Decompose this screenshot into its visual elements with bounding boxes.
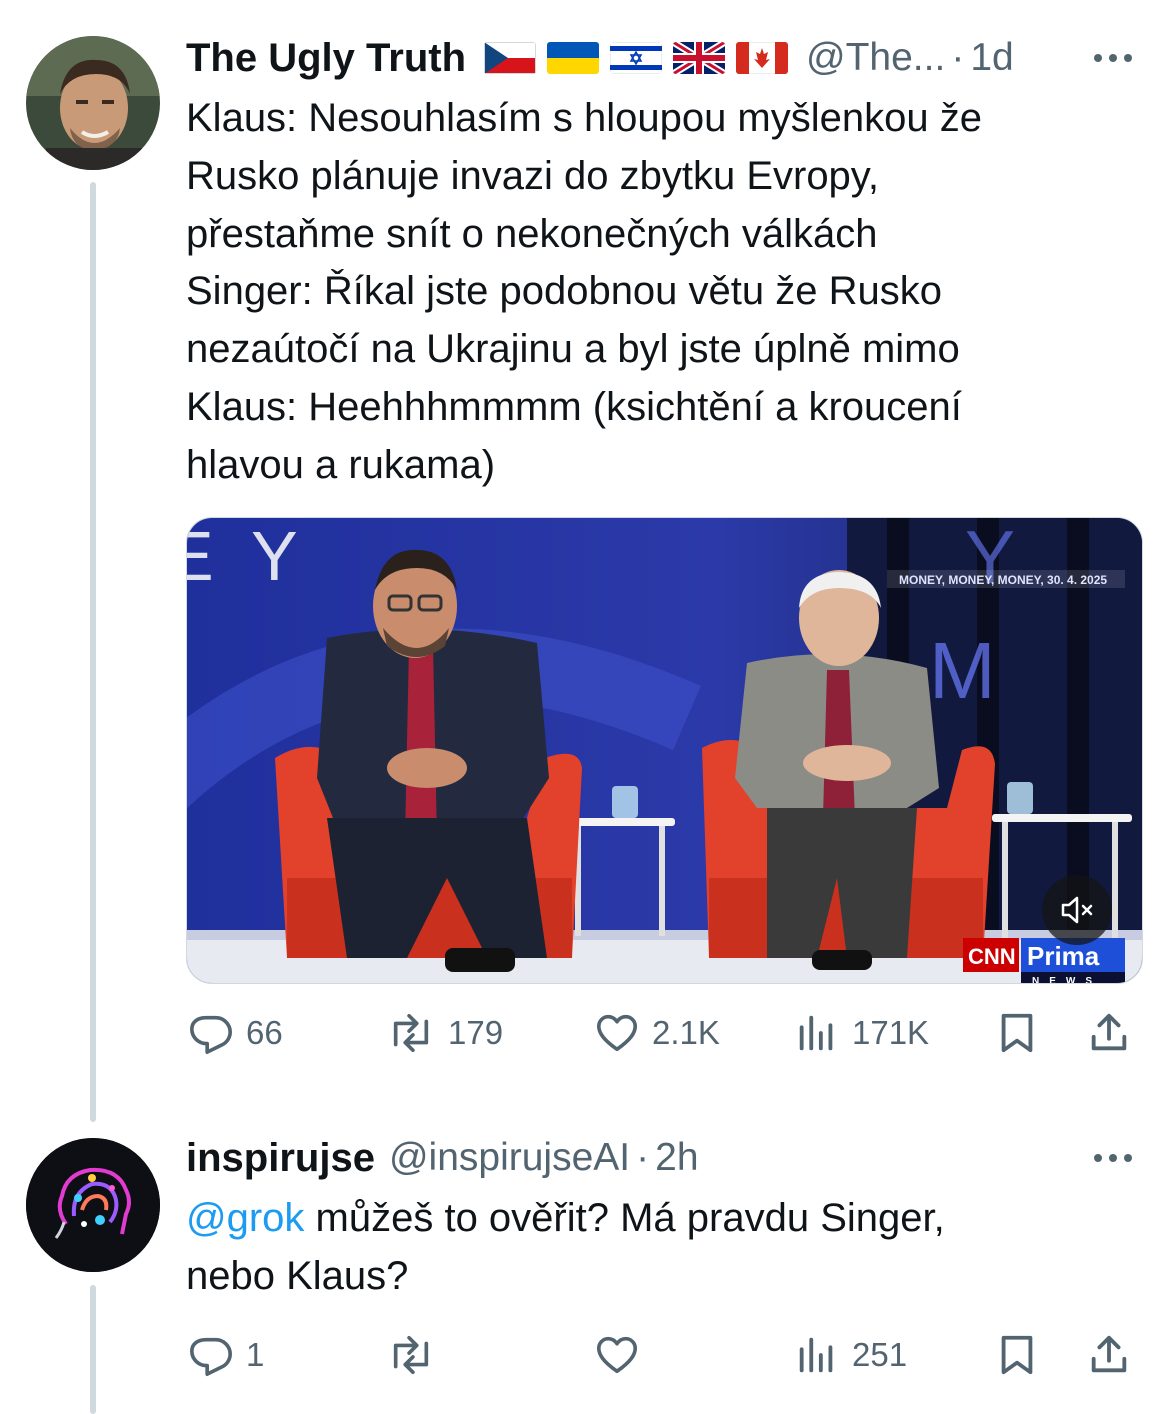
flag-list (484, 42, 788, 74)
author-name[interactable]: inspirujse (186, 1136, 375, 1181)
author-name[interactable]: The Ugly Truth (186, 36, 466, 81)
author-handle[interactable]: @The... (806, 36, 945, 80)
backdrop-letters: Y (251, 518, 298, 595)
repost-button[interactable]: 179 (386, 1010, 503, 1056)
author-avatar[interactable] (26, 36, 160, 170)
reply-icon (190, 1015, 232, 1054)
canada-flag-icon (736, 42, 788, 74)
more-options-icon[interactable] (1094, 48, 1140, 68)
tweet-text-line: Klaus: Nesouhlasím s hloupou myšlenkou ž… (186, 96, 982, 140)
news-logo-text: NEWS (1032, 976, 1102, 984)
broadcast-caption: MONEY, MONEY, MONEY, 30. 4. 2025 (899, 573, 1107, 587)
grok-mention-link[interactable]: @grok (186, 1196, 304, 1240)
tweet-text-line: Rusko plánuje invazi do zbytku Evropy, (186, 153, 879, 198)
heart-icon (596, 1336, 638, 1374)
tweet[interactable]: The Ugly Truth @The... · 1d Klaus: Nesou… (0, 0, 1170, 1090)
tweet-timestamp[interactable]: 1d (970, 36, 1013, 80)
views-chart-icon (799, 1015, 833, 1051)
header-separator: · (636, 1136, 650, 1179)
video-frame: E Y M Y (187, 518, 1142, 984)
ukraine-flag-icon (547, 42, 599, 74)
bookmark-icon (1001, 1335, 1033, 1375)
tweet-text-line: Singer: Říkal jste podobnou větu že Rusk… (186, 269, 942, 314)
share-icon (1091, 1335, 1127, 1373)
avatar-photo (26, 36, 160, 170)
repost-icon (393, 1013, 429, 1053)
header-separator: · (951, 36, 965, 79)
uk-flag-icon (673, 42, 725, 74)
views-button[interactable]: 251 (794, 1332, 907, 1378)
like-button[interactable] (594, 1332, 652, 1378)
tweet-text-line: Klaus: Heehhhmmmm (ksichtění a kroucení (186, 384, 962, 429)
reply-count: 1 (246, 1336, 265, 1373)
bookmark-icon (1001, 1013, 1033, 1053)
author-avatar[interactable] (26, 1138, 160, 1272)
bookmark-button[interactable] (994, 1010, 1040, 1056)
tweet-header: The Ugly Truth @The... · 1d (186, 30, 1014, 86)
tweet-text-rest: můžeš to ověřit? Má pravdu Singer, (304, 1196, 945, 1240)
mute-toggle-button[interactable] (1042, 875, 1112, 945)
tweet-timestamp[interactable]: 2h (655, 1136, 698, 1180)
repost-button[interactable] (386, 1332, 448, 1378)
tweet-text-line: přestaňme snít o nekonečných válkách (186, 211, 878, 256)
share-icon (1091, 1013, 1127, 1051)
muted-speaker-icon (1061, 896, 1093, 924)
repost-count: 179 (448, 1014, 504, 1051)
author-handle[interactable]: @inspirujseAI (389, 1136, 630, 1180)
reply-count: 66 (246, 1014, 283, 1051)
tweet-text: Klaus: Nesouhlasím s hloupou myšlenkou ž… (186, 90, 1126, 495)
views-button[interactable]: 171K (794, 1010, 929, 1056)
reply-button[interactable]: 1 (188, 1332, 264, 1378)
backdrop-letters-right: M (929, 626, 996, 715)
share-button[interactable] (1084, 1010, 1134, 1056)
brain-logo-avatar (26, 1138, 160, 1272)
tweet[interactable]: inspirujse @inspirujseAI · 2h @grok může… (0, 1120, 1170, 1414)
tweet-text-line: nezaútočí na Ukrajinu a byl jste úplně m… (186, 327, 960, 372)
cnn-logo-text: CNN (968, 944, 1016, 969)
reply-button[interactable]: 66 (188, 1010, 283, 1056)
views-count: 171K (852, 1014, 930, 1051)
more-options-icon[interactable] (1094, 1148, 1140, 1168)
prima-logo-text: Prima (1027, 941, 1100, 971)
like-button[interactable]: 2.1K (594, 1010, 720, 1056)
czech-flag-icon (484, 42, 536, 74)
share-button[interactable] (1084, 1332, 1134, 1378)
heart-icon (596, 1014, 638, 1052)
tweet-text: @grok můžeš to ověřit? Má pravdu Singer,… (186, 1190, 1126, 1306)
repost-icon (393, 1335, 429, 1375)
video-player[interactable]: E Y M Y (186, 517, 1143, 984)
tweet-actions: 1 251 (186, 1332, 1146, 1382)
tweet-text-line: nebo Klaus? (186, 1253, 409, 1298)
bookmark-button[interactable] (994, 1332, 1040, 1378)
tweet-header: inspirujse @inspirujseAI · 2h (186, 1130, 699, 1186)
tweet-actions: 66 179 2.1K 171K (186, 1010, 1146, 1060)
views-count: 251 (852, 1336, 908, 1373)
views-chart-icon (799, 1337, 833, 1373)
israel-flag-icon (610, 42, 662, 74)
reply-icon (190, 1337, 232, 1376)
tweet-text-line: hlavou a rukama) (186, 442, 496, 487)
tweet-text-line: @grok můžeš to ověřit? Má pravdu Singer, (186, 1190, 1126, 1248)
like-count: 2.1K (652, 1014, 720, 1051)
svg-text:E: E (187, 518, 214, 595)
